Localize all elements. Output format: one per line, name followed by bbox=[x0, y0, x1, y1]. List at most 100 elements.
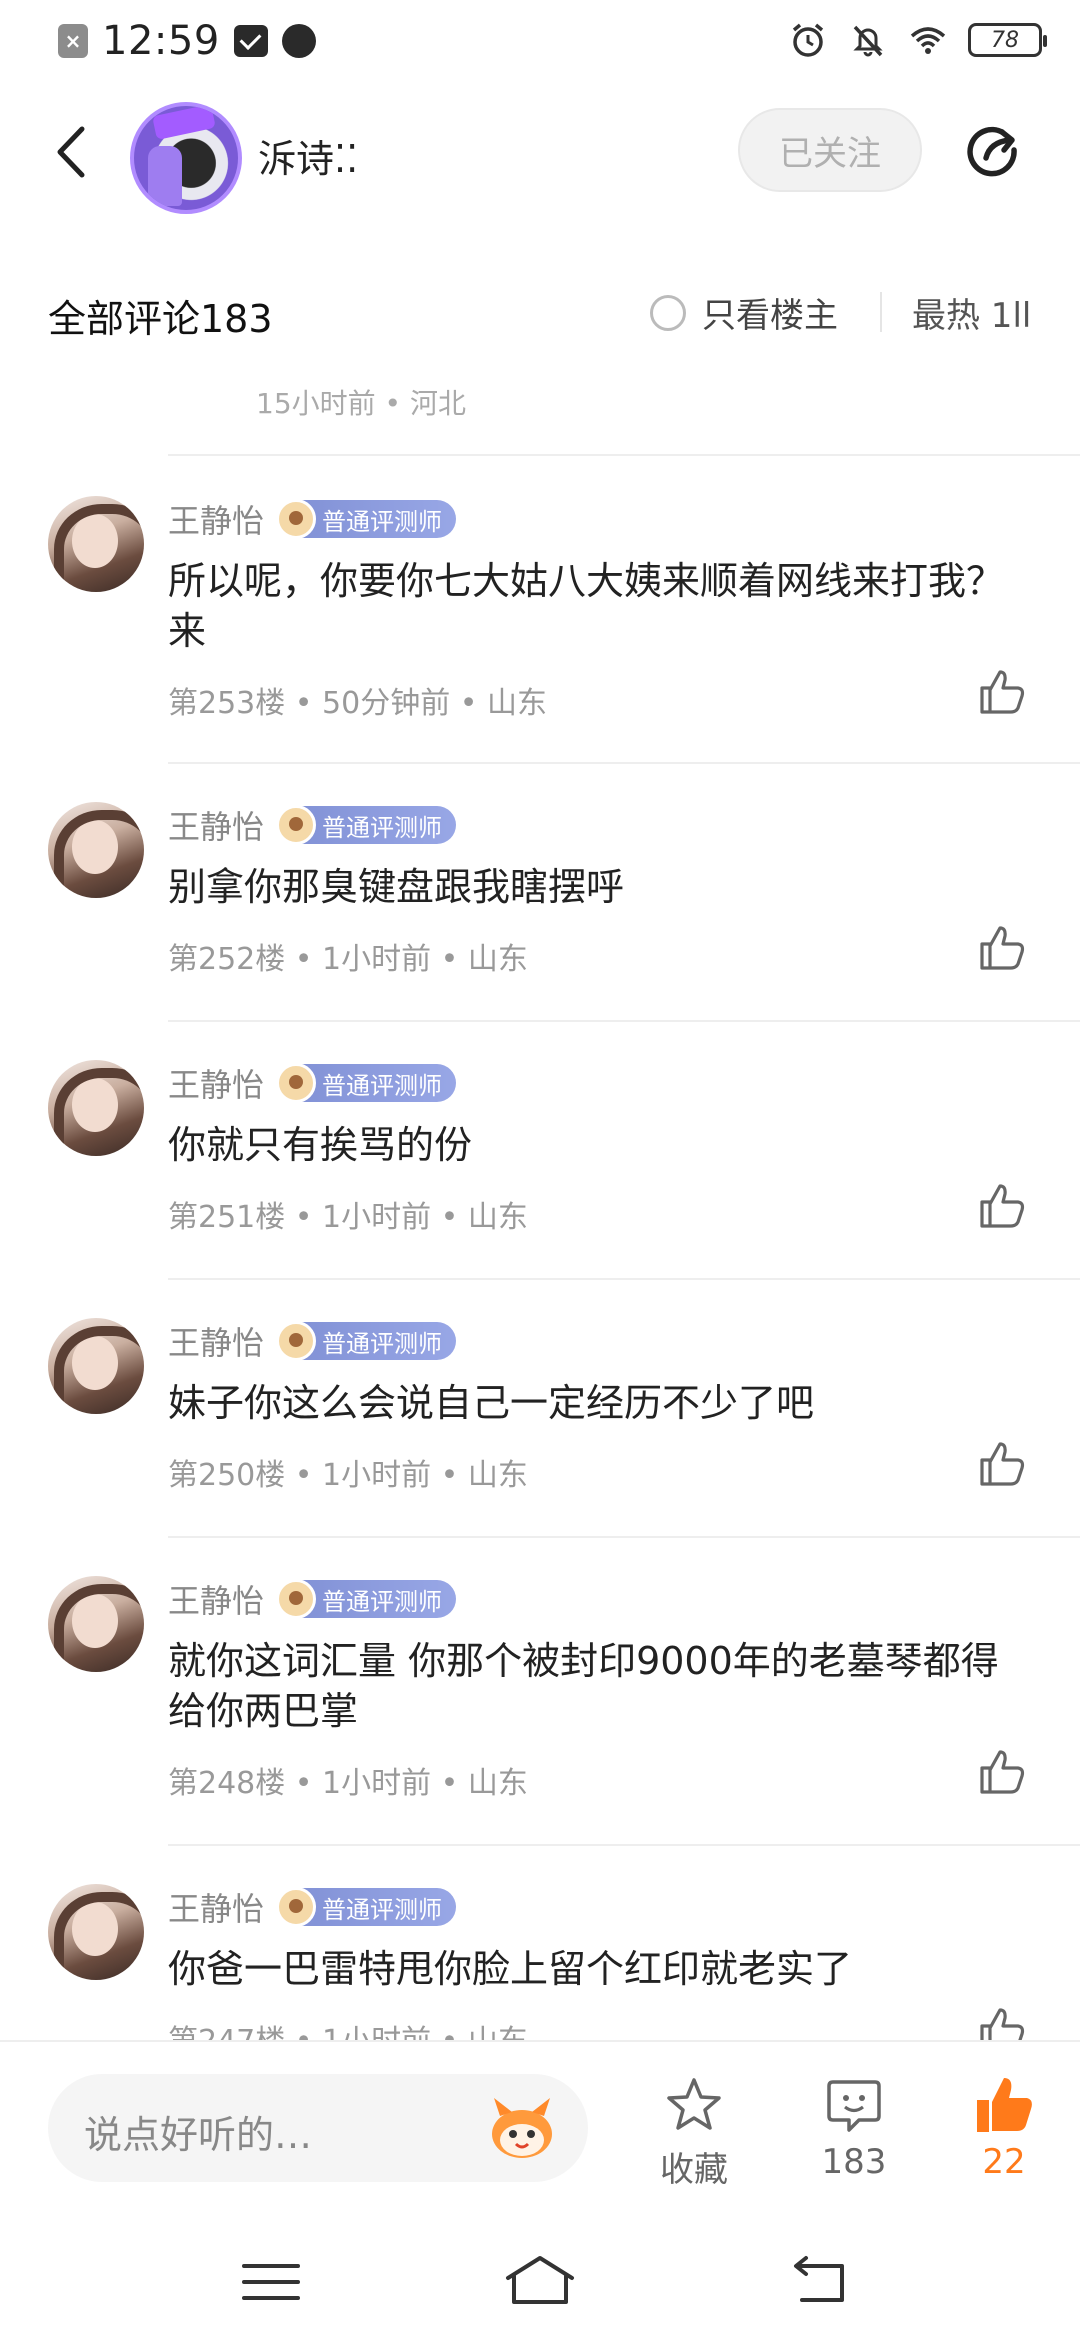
level-badge: 普通评测师 bbox=[276, 1321, 457, 1361]
badge-avatar-icon bbox=[276, 1887, 317, 1927]
level-badge: 普通评测师 bbox=[276, 805, 457, 845]
system-nav-bar bbox=[0, 2222, 1080, 2340]
mascot-emoji-icon[interactable] bbox=[484, 2094, 560, 2164]
app-notification-icon bbox=[281, 24, 316, 58]
comment-meta: 15小时前 • 河北 bbox=[256, 387, 466, 420]
like-count: 22 bbox=[982, 2142, 1026, 2182]
comment-user: 王静怡 普通评测师 bbox=[168, 1318, 457, 1364]
status-time: 12:59 bbox=[102, 18, 220, 64]
level-badge: 普通评测师 bbox=[276, 499, 457, 539]
username[interactable]: 王静怡 bbox=[168, 802, 264, 848]
like-icon[interactable] bbox=[976, 1438, 1028, 1490]
badge-avatar-icon bbox=[276, 805, 317, 845]
post-header: 泝诗⁚⁚ 已关注 bbox=[0, 90, 1080, 220]
divider bbox=[168, 1020, 1080, 1022]
level-badge: 普通评测师 bbox=[276, 1887, 457, 1927]
radio-icon bbox=[650, 294, 686, 331]
comment-count: 183 bbox=[821, 2142, 887, 2182]
comment-user: 王静怡 普通评测师 bbox=[168, 802, 457, 848]
badge-label: 普通评测师 bbox=[322, 813, 443, 842]
comment-meta: 第251楼 • 1小时前 • 山东 bbox=[168, 1200, 528, 1235]
avatar[interactable] bbox=[48, 496, 144, 592]
avatar[interactable] bbox=[48, 1318, 144, 1414]
comment-text[interactable]: 所以呢，你要你七大姑八大姨来顺着网线来打我？来 bbox=[168, 556, 1020, 656]
divider bbox=[168, 1844, 1080, 1846]
username[interactable]: 王静怡 bbox=[168, 1884, 264, 1930]
divider bbox=[168, 1278, 1080, 1280]
level-badge: 普通评测师 bbox=[276, 1579, 457, 1619]
share-icon[interactable] bbox=[962, 120, 1026, 184]
back-nav-icon[interactable] bbox=[780, 2252, 860, 2312]
bottom-action-bar: 说点好听的… 收藏 183 22 bbox=[0, 2040, 1080, 2220]
divider bbox=[168, 762, 1080, 764]
like-icon[interactable] bbox=[976, 1180, 1028, 1232]
alarm-icon bbox=[792, 23, 824, 57]
comments-header: 全部评论183 只看楼主 最热 1ll bbox=[0, 262, 1080, 362]
wifi-icon bbox=[910, 27, 946, 54]
favorite-button[interactable]: 收藏 bbox=[634, 2074, 754, 2191]
badge-label: 普通评测师 bbox=[322, 1071, 443, 1100]
like-icon[interactable] bbox=[976, 666, 1028, 718]
like-icon[interactable] bbox=[976, 1746, 1028, 1798]
comment-text[interactable]: 就你这词汇量 你那个被封印9000年的老墓琴都得给你两巴掌 bbox=[168, 1636, 1020, 1736]
comment-count-button[interactable]: 183 bbox=[794, 2074, 914, 2182]
thumbs-up-icon bbox=[977, 2078, 1032, 2132]
comment-user: 王静怡 普通评测师 bbox=[168, 1576, 457, 1622]
badge-avatar-icon bbox=[276, 1321, 317, 1361]
badge-avatar-icon bbox=[276, 1063, 317, 1103]
follow-button[interactable]: 已关注 bbox=[738, 108, 922, 192]
avatar[interactable] bbox=[48, 802, 144, 898]
comment-meta: 第253楼 • 50分钟前 • 山东 bbox=[168, 686, 547, 721]
status-bar: × 12:59 78 bbox=[0, 0, 1080, 84]
username[interactable]: 王静怡 bbox=[168, 1060, 264, 1106]
badge-avatar-icon bbox=[276, 1579, 317, 1619]
author-name[interactable]: 泝诗⁚⁚ bbox=[258, 128, 358, 183]
menu-icon[interactable] bbox=[232, 2252, 312, 2312]
comment-icon bbox=[827, 2080, 881, 2132]
badge-label: 普通评测师 bbox=[322, 1329, 443, 1358]
mute-icon bbox=[853, 25, 883, 57]
comment-text[interactable]: 别拿你那臭键盘跟我瞎摆呼 bbox=[168, 862, 1020, 912]
home-icon[interactable] bbox=[500, 2252, 580, 2312]
chevron-left-icon bbox=[57, 126, 85, 178]
comment-text[interactable]: 你爸一巴雷特甩你脸上留个红印就老实了 bbox=[168, 1944, 1020, 1994]
like-icon[interactable] bbox=[976, 2004, 1028, 2042]
comment-user: 王静怡 普通评测师 bbox=[168, 1884, 457, 1930]
comment-meta: 第247楼 • 1小时前 • 山东 bbox=[168, 2024, 528, 2042]
favorite-label: 收藏 bbox=[660, 2150, 728, 2190]
avatar[interactable] bbox=[48, 1060, 144, 1156]
badge-avatar-icon bbox=[276, 499, 317, 539]
comment-meta: 第252楼 • 1小时前 • 山东 bbox=[168, 942, 528, 977]
comment-input-placeholder: 说点好听的… bbox=[84, 2113, 313, 2157]
comment-user: 王静怡 普通评测师 bbox=[168, 1060, 457, 1106]
notification-close-icon: × bbox=[58, 24, 88, 58]
sort-selector[interactable]: 最热 1ll bbox=[912, 288, 1031, 337]
username[interactable]: 王静怡 bbox=[168, 1576, 264, 1622]
only-op-toggle[interactable]: 只看楼主 bbox=[650, 288, 838, 337]
like-button[interactable]: 22 bbox=[944, 2074, 1064, 2182]
battery-indicator: 78 bbox=[968, 23, 1047, 57]
like-icon[interactable] bbox=[976, 922, 1028, 974]
comment-input[interactable]: 说点好听的… bbox=[48, 2074, 588, 2182]
comment-text[interactable]: 妹子你这么会说自己一定经历不少了吧 bbox=[168, 1378, 1020, 1428]
badge-label: 普通评测师 bbox=[322, 1895, 443, 1924]
comment-text[interactable]: 你就只有挨骂的份 bbox=[168, 1120, 1020, 1170]
comment-meta: 第250楼 • 1小时前 • 山东 bbox=[168, 1458, 528, 1493]
avatar[interactable] bbox=[48, 1576, 144, 1672]
divider bbox=[168, 454, 1080, 456]
star-icon bbox=[667, 2078, 721, 2130]
badge-label: 普通评测师 bbox=[322, 507, 443, 536]
comment-list[interactable]: 15小时前 • 河北 王静怡 普通评测师 所以呢，你要你七大姑八大姨来顺着网线来… bbox=[0, 362, 1080, 2042]
divider bbox=[168, 1536, 1080, 1538]
author-avatar[interactable] bbox=[130, 102, 242, 214]
divider bbox=[880, 292, 882, 332]
badge-label: 普通评测师 bbox=[322, 1587, 443, 1616]
only-op-label: 只看楼主 bbox=[702, 296, 838, 336]
username[interactable]: 王静怡 bbox=[168, 1318, 264, 1364]
avatar[interactable] bbox=[48, 1884, 144, 1980]
back-button[interactable] bbox=[46, 120, 96, 184]
message-icon bbox=[233, 25, 268, 57]
comment-user: 王静怡 普通评测师 bbox=[168, 496, 457, 542]
all-comments-title: 全部评论183 bbox=[48, 297, 273, 341]
username[interactable]: 王静怡 bbox=[168, 496, 264, 542]
